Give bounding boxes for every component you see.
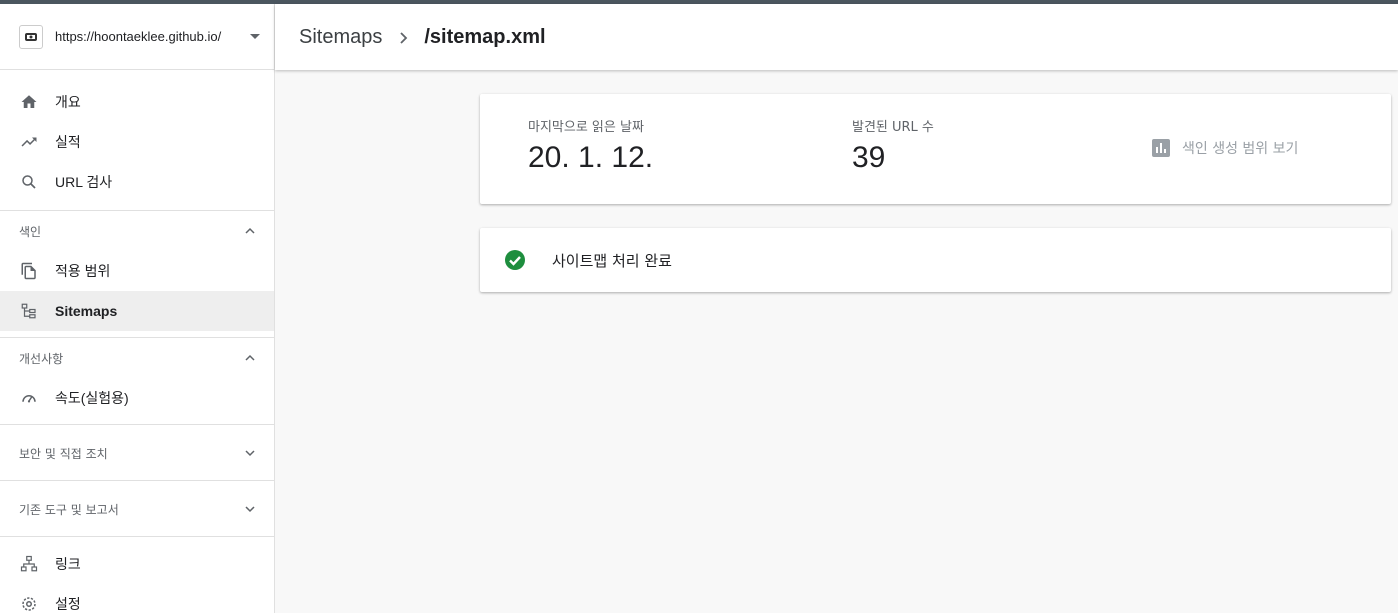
- nav-item-coverage[interactable]: 적용 범위: [0, 251, 274, 291]
- last-read-value: 20. 1. 12.: [528, 141, 654, 174]
- chevron-up-icon: [244, 225, 256, 237]
- last-read-label: 마지막으로 읽은 날짜: [528, 120, 644, 135]
- check-circle-icon: [504, 249, 526, 271]
- section-title: 색인: [19, 224, 42, 239]
- bar-chart-icon: [1152, 139, 1170, 157]
- nav-item-label: 설정: [55, 596, 81, 612]
- sitemap-tree-icon: [19, 301, 39, 321]
- nav-item-links[interactable]: 링크: [0, 544, 274, 584]
- links-icon: [19, 554, 39, 574]
- nav-bottom-group: 링크 설정: [0, 537, 274, 613]
- view-coverage-label: 색인 생성 범위 보기: [1182, 141, 1299, 157]
- section-title: 기존 도구 및 보고서: [19, 502, 119, 517]
- nav-item-sitemaps[interactable]: Sitemaps: [0, 291, 274, 331]
- discovered-urls-label: 발견된 URL 수: [852, 120, 934, 135]
- property-selector[interactable]: https://hoontaeklee.github.io/: [0, 4, 274, 70]
- nav-item-settings[interactable]: 설정: [0, 584, 274, 613]
- nav-item-label: Sitemaps: [55, 303, 118, 319]
- nav-main-group: 개요 실적 URL 검사: [0, 70, 274, 211]
- nav-item-label: 링크: [55, 556, 81, 572]
- dropdown-caret-icon[interactable]: [250, 34, 260, 39]
- search-icon: [19, 172, 39, 192]
- section-title: 개선사항: [19, 351, 64, 366]
- nav-item-label: 실적: [55, 134, 81, 150]
- chevron-down-icon: [244, 447, 256, 459]
- sidebar: https://hoontaeklee.github.io/ 개요 실적 URL…: [0, 4, 275, 613]
- chevron-right-icon: [396, 30, 410, 44]
- sitemap-stats-card: 마지막으로 읽은 날짜 20. 1. 12. 발견된 URL 수 39 색인 생…: [480, 94, 1391, 204]
- legacy-section-header[interactable]: 기존 도구 및 보고서: [0, 481, 274, 537]
- nav-item-label: 속도(실험용): [55, 390, 129, 406]
- last-read-stat: 마지막으로 읽은 날짜 20. 1. 12.: [528, 116, 653, 175]
- home-icon: [19, 92, 39, 112]
- page-header: Sitemaps /sitemap.xml: [275, 4, 1398, 70]
- speedometer-icon: [19, 388, 39, 408]
- settings-icon: [19, 594, 39, 613]
- copy-pages-icon: [19, 261, 39, 281]
- trending-up-icon: [19, 132, 39, 152]
- index-section: 색인 적용 범위 Sitemaps: [0, 211, 274, 338]
- security-section: 보안 및 직접 조치: [0, 425, 274, 481]
- discovered-urls-stat: 발견된 URL 수 39: [852, 116, 934, 175]
- nav-item-overview[interactable]: 개요: [0, 82, 274, 122]
- property-url: https://hoontaeklee.github.io/: [55, 29, 222, 44]
- enhancements-section: 개선사항 속도(실험용): [0, 338, 274, 425]
- discovered-urls-value: 39: [852, 141, 886, 174]
- legacy-section: 기존 도구 및 보고서: [0, 481, 274, 537]
- site-favicon-icon: [19, 24, 43, 49]
- nav-item-label: URL 검사: [55, 174, 113, 190]
- enhancements-section-header[interactable]: 개선사항: [0, 338, 274, 378]
- page-title: /sitemap.xml: [424, 25, 546, 48]
- sitemap-status-card: 사이트맵 처리 완료: [480, 228, 1391, 292]
- security-section-header[interactable]: 보안 및 직접 조치: [0, 425, 274, 481]
- view-coverage-button[interactable]: 색인 생성 범위 보기: [1152, 138, 1298, 158]
- chevron-down-icon: [244, 503, 256, 515]
- nav-item-speed[interactable]: 속도(실험용): [0, 378, 274, 418]
- nav-item-label: 개요: [55, 94, 81, 110]
- nav-item-url-inspection[interactable]: URL 검사: [0, 162, 274, 202]
- section-title: 보안 및 직접 조치: [19, 446, 108, 461]
- nav-item-performance[interactable]: 실적: [0, 122, 274, 162]
- chevron-up-icon: [244, 352, 256, 364]
- breadcrumb-parent-link[interactable]: Sitemaps: [299, 26, 382, 49]
- nav-item-label: 적용 범위: [55, 263, 111, 279]
- index-section-header[interactable]: 색인: [0, 211, 274, 251]
- status-message: 사이트맵 처리 완료: [552, 251, 672, 270]
